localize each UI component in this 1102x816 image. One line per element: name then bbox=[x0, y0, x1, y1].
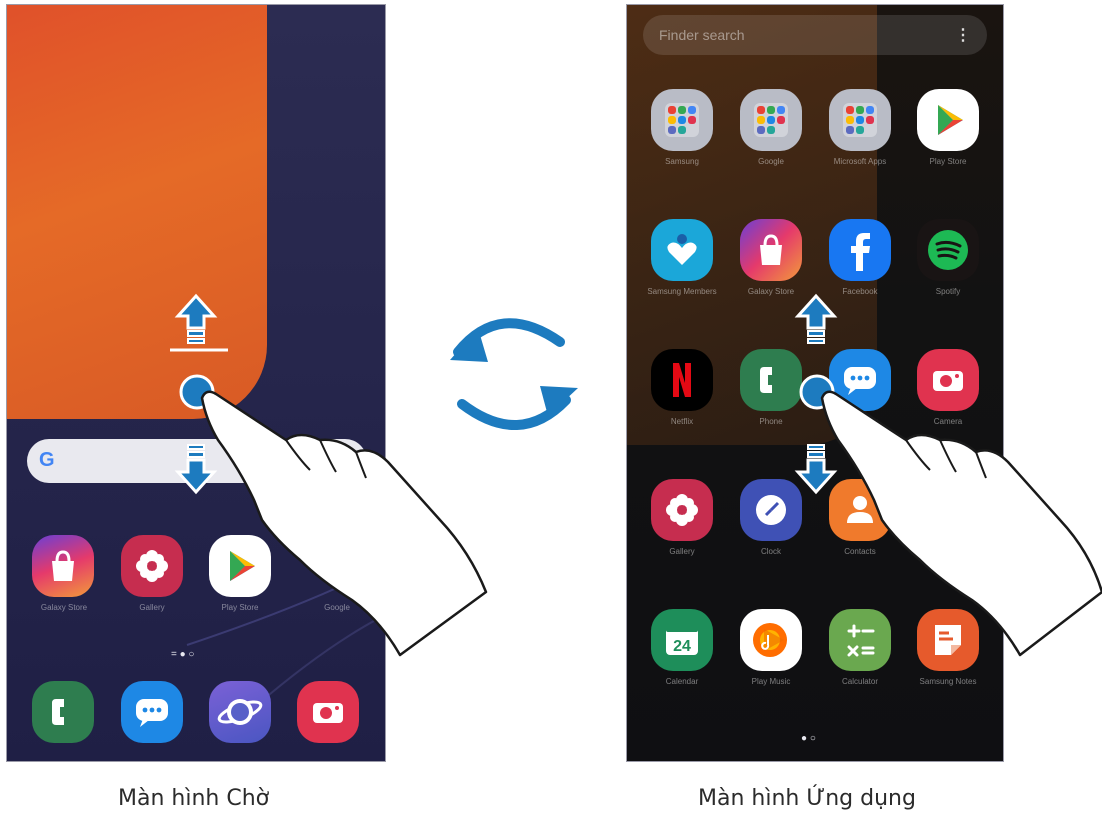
gesture-overlay bbox=[170, 294, 1102, 657]
swipe-up-arrow bbox=[796, 294, 836, 345]
switch-arrows-icon bbox=[450, 318, 578, 430]
caption-apps-screen: Màn hình Ứng dụng bbox=[698, 786, 916, 811]
hand-illustration bbox=[200, 390, 488, 657]
swipe-down-arrow bbox=[176, 443, 216, 494]
hand-illustration bbox=[820, 390, 1102, 657]
swipe-up-arrow bbox=[176, 294, 216, 345]
caption-home-screen: Màn hình Chờ bbox=[118, 786, 270, 811]
swipe-down-arrow bbox=[796, 443, 836, 494]
